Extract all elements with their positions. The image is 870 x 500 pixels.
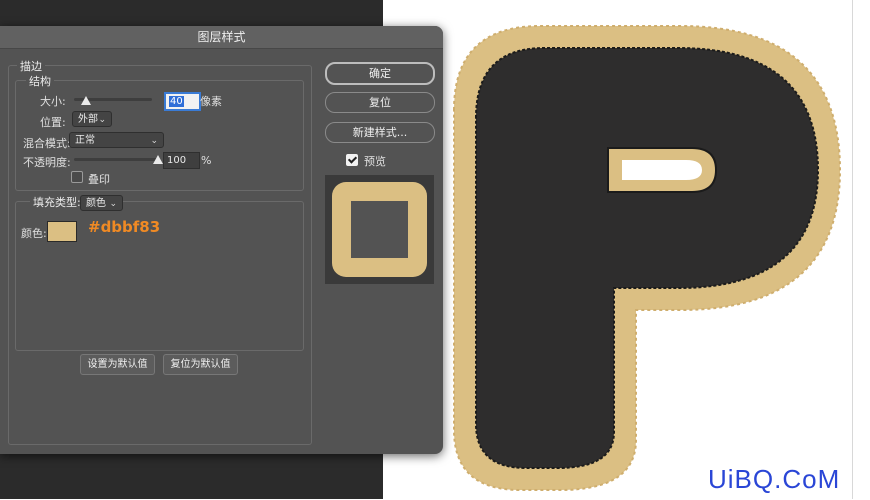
preview-swatch-graphic [332,182,427,277]
canvas-letter-p [453,25,842,491]
position-value: 外部 [78,114,98,125]
opacity-slider-thumb[interactable] [153,155,163,164]
letter-p-body [475,47,820,469]
color-swatch[interactable] [47,221,77,242]
overprint-checkbox[interactable] [71,171,83,183]
opacity-slider[interactable] [74,158,158,161]
chevron-down-icon: ⌄ [150,136,158,146]
ok-button[interactable]: 确定 [325,62,435,85]
reset-to-default-button[interactable]: 复位为默认值 [163,354,238,375]
fill-type-select[interactable]: 颜色 ⌄ [80,195,123,211]
opacity-label: 不透明度: [23,156,71,169]
size-label: 大小: [40,95,66,108]
blend-mode-label: 混合模式: [23,137,71,150]
fill-type-value: 颜色 [86,198,106,209]
preview-label: 预览 [364,155,386,168]
reset-button[interactable]: 复位 [325,92,435,113]
preview-checkbox[interactable] [346,154,358,166]
opacity-unit: % [201,154,212,167]
make-default-button[interactable]: 设置为默认值 [80,354,155,375]
opacity-input[interactable]: 100 [163,152,200,169]
style-preview-thumbnail [325,175,434,284]
letter-p-counter [607,147,718,193]
chevron-down-icon: ⌄ [98,115,106,125]
new-style-button[interactable]: 新建样式... [325,122,435,143]
structure-group-title: 结构 [26,73,54,89]
size-input[interactable]: 40 [164,92,201,111]
dialog-title: 图层样式 [0,26,443,49]
overprint-label: 叠印 [88,173,110,186]
watermark: UiBQ.CoM [708,464,841,494]
blend-mode-select[interactable]: 正常 ⌄ [69,132,164,148]
stroke-group-title: 描边 [17,58,45,74]
size-value: 40 [169,96,184,107]
size-slider-thumb[interactable] [81,96,92,105]
opacity-value: 100 [167,155,187,166]
color-label: 颜色: [21,227,47,240]
size-unit: 像素 [200,95,222,108]
color-hex-annotation: #dbbf83 [88,218,161,236]
position-label: 位置: [40,116,66,129]
chevron-down-icon: ⌄ [109,199,117,209]
position-select[interactable]: 外部 ⌄ [72,111,112,127]
fill-type-label: 填充类型: [30,194,84,210]
blend-mode-value: 正常 [75,135,95,146]
layer-style-dialog: 图层样式 描边 结构 大小: 40 像素 位置: 外部 ⌄ 混合模式: 正常 ⌄… [0,26,443,454]
